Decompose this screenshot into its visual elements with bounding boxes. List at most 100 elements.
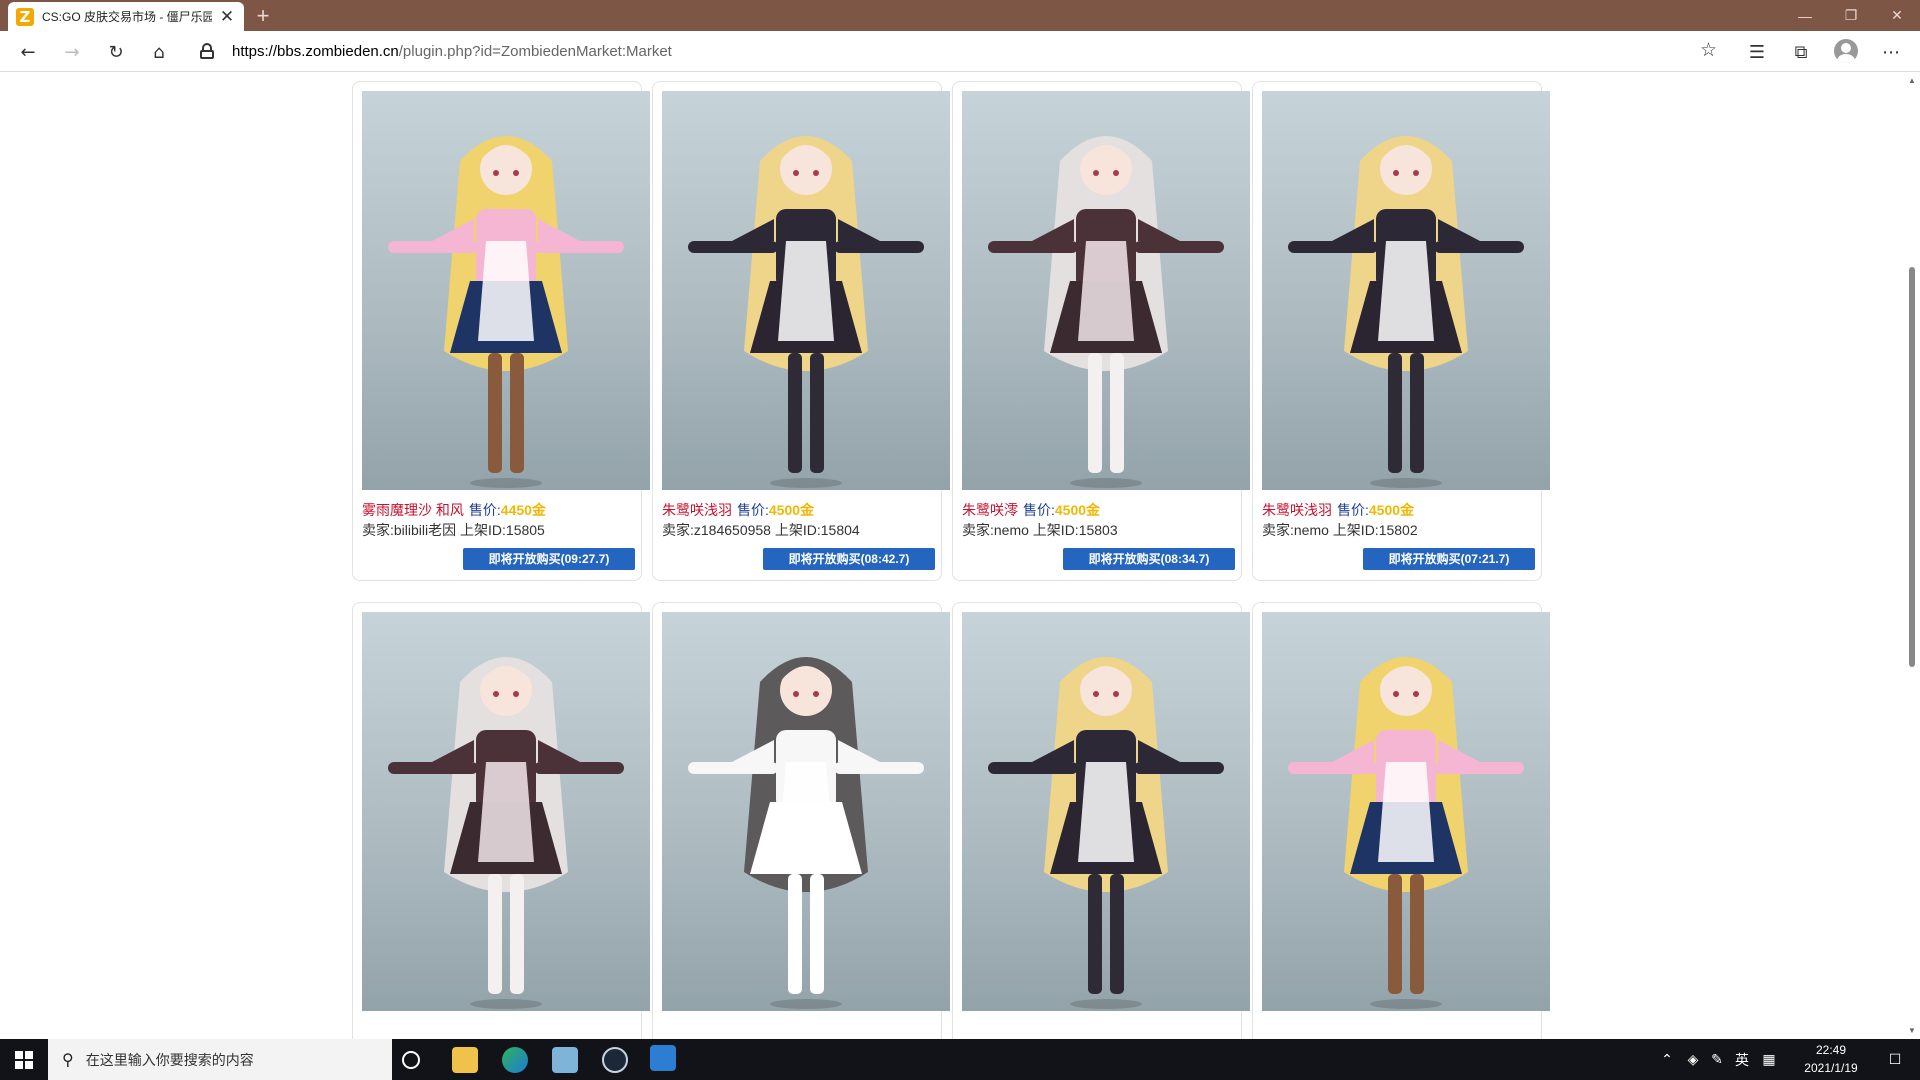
price-label: 售价:	[737, 502, 769, 518]
clock-date: 2021/1/19	[1804, 1061, 1858, 1075]
network-icon[interactable]: ◈	[1682, 1039, 1704, 1080]
character-model-figure	[688, 136, 924, 488]
forward-icon[interactable]: →	[57, 37, 87, 67]
title-bar: Z CS:GO 皮肤交易市场 - 僵尸乐园 ✕ + — ❐ ✕	[0, 0, 1920, 31]
favorites-icon[interactable]: ☰	[1742, 37, 1772, 67]
seller-info: 卖家:bilibili老因 上架ID:15805	[362, 522, 545, 538]
collections-icon[interactable]: ⧉	[1786, 37, 1816, 67]
listing-info: 朱鹭咲浅羽 售价:4500金卖家:z184650958 上架ID:15804 即将开…	[662, 500, 935, 570]
character-model-figure	[1288, 136, 1524, 488]
back-icon[interactable]: ←	[13, 37, 43, 67]
clock[interactable]: 22:49 2021/1/19	[1788, 1041, 1874, 1077]
listing-title-line: 朱鹭咲浅羽 售价:4500金	[1262, 500, 1534, 520]
scrollbar[interactable]: ▲ ▼	[1904, 72, 1920, 1039]
address-bar[interactable]: https://bbs.zombieden.cn/plugin.php?id=Z…	[190, 35, 1730, 68]
more-icon[interactable]: ⋯	[1876, 37, 1906, 67]
steam-icon[interactable]	[602, 1047, 628, 1073]
scroll-up-icon[interactable]: ▲	[1908, 76, 1916, 85]
listing-info	[1262, 1021, 1534, 1039]
page-viewport: 雾雨魔理沙 和风 售价:4450金 卖家:bilibili老因 上架ID:15805…	[0, 72, 1904, 1039]
start-button[interactable]	[0, 1039, 48, 1080]
price-value: 4500金	[1054, 502, 1101, 518]
price-label: 售价:	[468, 502, 501, 518]
listing-title-line	[362, 1021, 634, 1039]
item-preview-image[interactable]	[362, 612, 650, 1011]
minimize-button[interactable]: —	[1782, 0, 1828, 31]
scrollbar-thumb[interactable]	[1909, 267, 1915, 667]
taskbar-search[interactable]: ⚲ 在这里输入你要搜索的内容	[48, 1039, 392, 1080]
tray-chevron-icon[interactable]: ⌃	[1656, 1039, 1678, 1080]
item-preview-image[interactable]	[1262, 612, 1550, 1011]
item-name[interactable]: 朱鹭咲浅羽	[1262, 502, 1332, 518]
browser-toolbar: ← → ↻ ⌂ https://bbs.zombieden.cn/plugin.…	[0, 31, 1920, 72]
buy-button[interactable]: 即将开放购买(08:34.7)	[1063, 548, 1235, 570]
listing-card[interactable]: 雾雨魔理沙 和风 售价:4450金卖家:bilibili老因 上架ID:15805…	[352, 81, 650, 581]
home-icon[interactable]: ⌂	[144, 37, 174, 67]
listing-info: 朱鹭咲澪 售价:4500金 卖家:nemo 上架ID:15803 即将开放购买(08:…	[962, 500, 1235, 570]
taskbar: ⚲ 在这里输入你要搜索的内容 ⌃ ◈ ✎ 英 ▦ 22:49 2021/1/19…	[0, 1039, 1920, 1080]
listing-card[interactable]: 朱鹭咲澪 售价:4500金 卖家:nemo 上架ID:15803 即将开放购买(08:…	[952, 81, 1250, 581]
listing-card[interactable]	[1252, 602, 1550, 1039]
ime-mode-icon[interactable]: ▦	[1758, 1039, 1780, 1080]
task-view-icon[interactable]	[402, 1051, 420, 1069]
search-icon: ⚲	[62, 1050, 74, 1069]
item-preview-image[interactable]	[362, 91, 650, 490]
notifications-icon[interactable]: ☐	[1880, 1039, 1910, 1080]
price-value: 4500金	[768, 502, 815, 518]
listing-info	[962, 1021, 1234, 1039]
price-value: 4450金	[500, 502, 546, 518]
price-label: 售价:	[1337, 502, 1369, 518]
browser-tab[interactable]: Z CS:GO 皮肤交易市场 - 僵尸乐园 ✕	[8, 2, 244, 31]
lock-icon[interactable]	[200, 43, 214, 59]
tab-close-icon[interactable]: ✕	[218, 7, 236, 27]
seller-info: 卖家:z184650958 上架ID:15804	[662, 522, 860, 538]
listing-card[interactable]: 朱鹭咲浅羽 售价:4500金卖家:nemo 上架ID:15802 即将开放购买(07…	[1252, 81, 1550, 581]
buy-button[interactable]: 即将开放购买(07:21.7)	[1363, 548, 1535, 570]
tab-title: CS:GO 皮肤交易市场 - 僵尸乐园	[42, 10, 212, 24]
listing-card[interactable]: 朱鹭咲浅羽 售价:4500金卖家:z184650958 上架ID:15804 即将开…	[652, 81, 950, 581]
ime-indicator[interactable]: 英	[1730, 1039, 1754, 1080]
listing-card[interactable]	[352, 602, 650, 1039]
listing-title-line: 雾雨魔理沙 和风 售价:4450金	[362, 500, 634, 520]
remote-desktop-icon[interactable]	[650, 1045, 676, 1071]
listing-info	[662, 1021, 934, 1039]
item-preview-image[interactable]	[962, 612, 1250, 1011]
price-label: 售价:	[1023, 502, 1055, 518]
listing-card[interactable]	[652, 602, 950, 1039]
item-preview-image[interactable]	[662, 612, 950, 1011]
item-name[interactable]: 朱鹭咲浅羽	[662, 502, 732, 518]
listing-title-line	[1262, 1021, 1534, 1039]
new-tab-button[interactable]: +	[252, 3, 274, 29]
scroll-down-icon[interactable]: ▼	[1908, 1026, 1916, 1035]
price-value: 4500金	[1368, 502, 1415, 518]
refresh-icon[interactable]: ↻	[101, 37, 131, 67]
file-explorer-icon[interactable]	[452, 1047, 478, 1073]
profile-icon[interactable]	[1834, 39, 1858, 63]
pen-icon[interactable]: ✎	[1706, 1039, 1728, 1080]
listing-info: 朱鹭咲浅羽 售价:4500金卖家:nemo 上架ID:15802 即将开放购买(07…	[1262, 500, 1535, 570]
listing-title-line	[662, 1021, 934, 1039]
listing-info	[362, 1021, 634, 1039]
app-icon[interactable]	[552, 1047, 578, 1073]
item-preview-image[interactable]	[1262, 91, 1550, 490]
edge-icon[interactable]	[502, 1047, 528, 1073]
character-model-figure	[388, 136, 624, 488]
windows-logo-icon	[15, 1050, 33, 1069]
restore-button[interactable]: ❐	[1828, 0, 1874, 31]
buy-button[interactable]: 即将开放购买(09:27.7)	[463, 548, 635, 570]
item-preview-image[interactable]	[962, 91, 1250, 490]
item-preview-image[interactable]	[662, 91, 950, 490]
url-text[interactable]: https://bbs.zombieden.cn/plugin.php?id=Z…	[232, 43, 672, 60]
site-favicon-icon: Z	[16, 7, 34, 26]
item-name[interactable]: 雾雨魔理沙 和风	[362, 502, 464, 518]
seller-info: 卖家:nemo 上架ID:15802	[1262, 522, 1418, 538]
listing-title-line	[962, 1021, 1234, 1039]
buy-button[interactable]: 即将开放购买(08:42.7)	[763, 548, 935, 570]
star-icon[interactable]: ☆	[1700, 39, 1717, 62]
character-model-figure	[988, 657, 1224, 1009]
listing-card[interactable]	[952, 602, 1250, 1039]
close-window-button[interactable]: ✕	[1874, 0, 1920, 31]
listing-title-line: 朱鹭咲浅羽 售价:4500金	[662, 500, 934, 520]
listing-title-line: 朱鹭咲澪 售价:4500金	[962, 500, 1234, 520]
item-name[interactable]: 朱鹭咲澪	[962, 502, 1018, 518]
